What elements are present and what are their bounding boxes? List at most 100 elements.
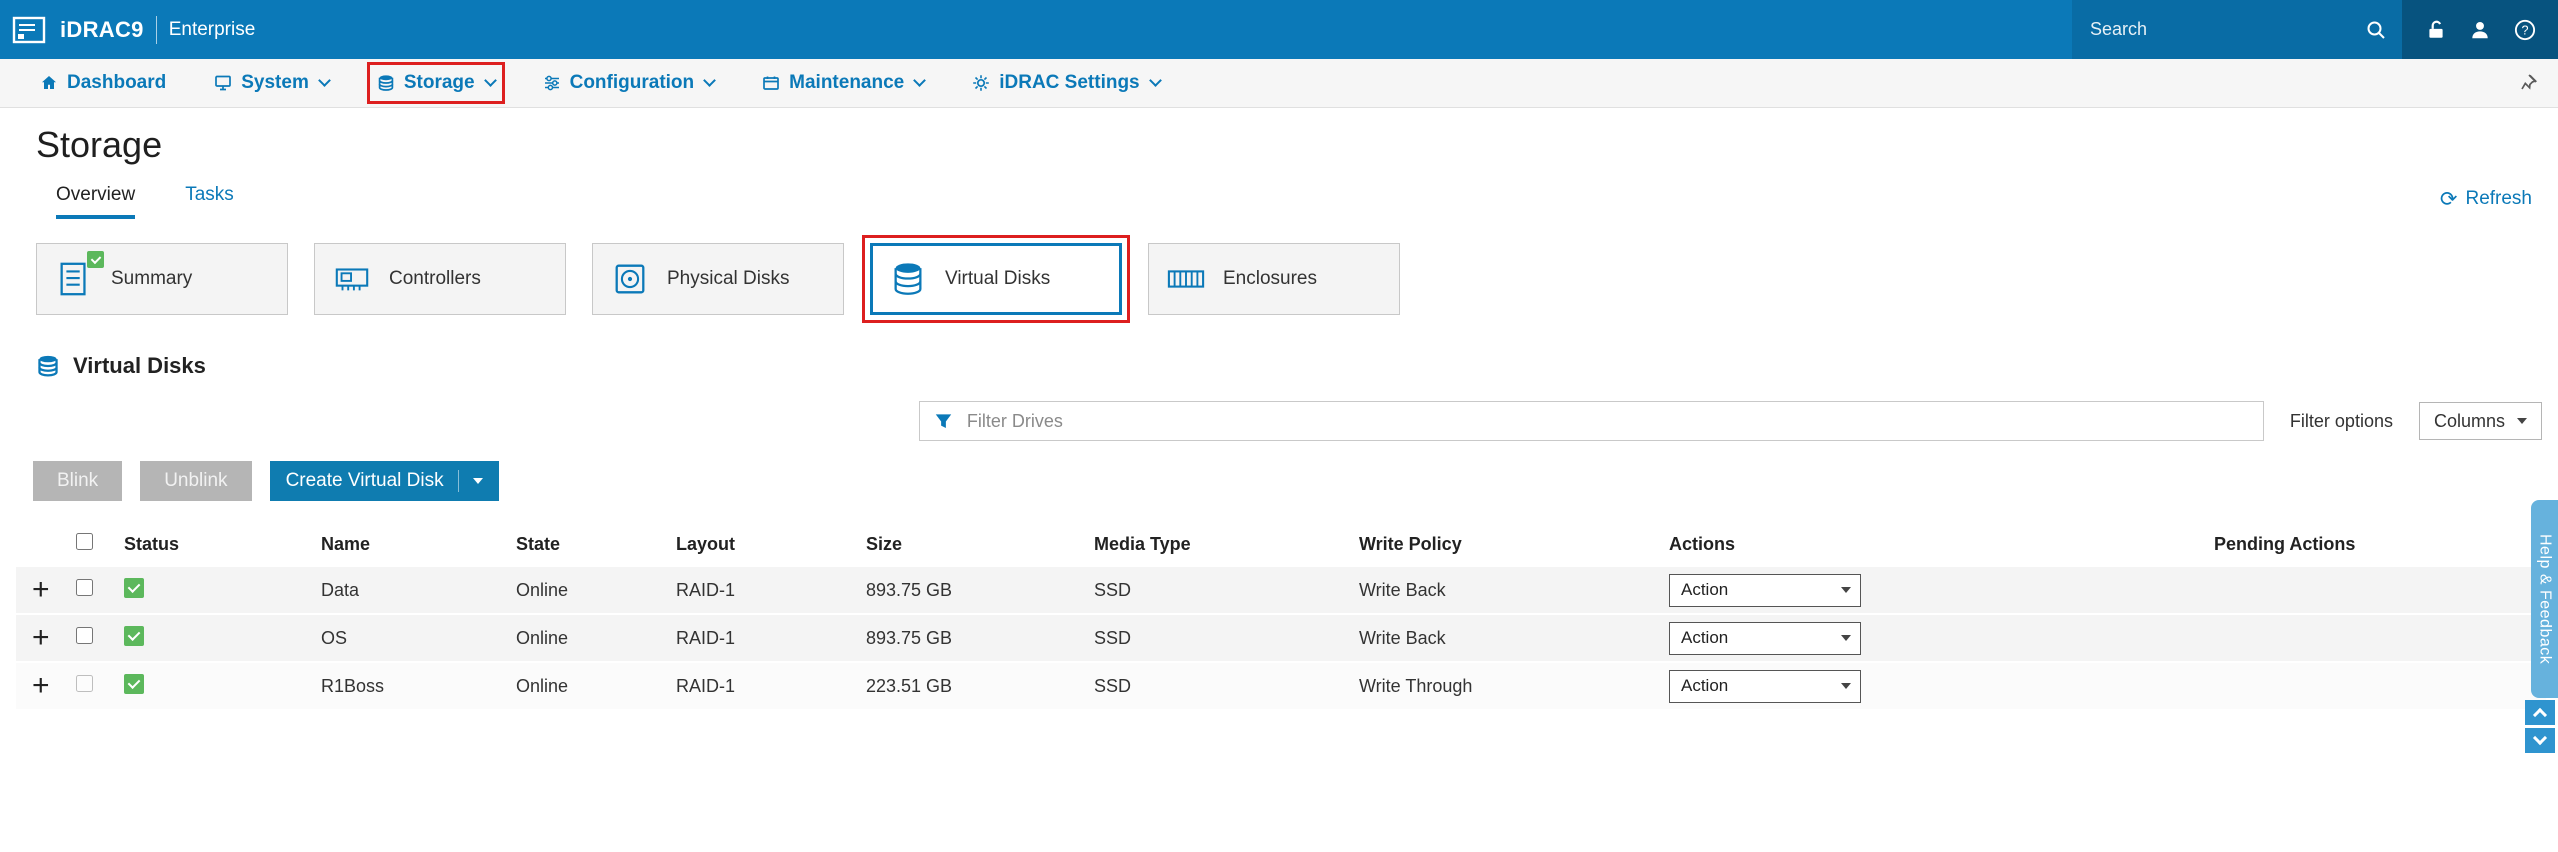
card-physical-disks[interactable]: Physical Disks bbox=[592, 243, 844, 315]
cell-size: 893.75 GB bbox=[856, 615, 1084, 661]
tab-tasks[interactable]: Tasks bbox=[185, 184, 234, 219]
cell-name: Data bbox=[311, 567, 506, 613]
cell-state: Online bbox=[506, 663, 666, 709]
nav-item-idrac-settings[interactable]: iDRAC Settings bbox=[972, 72, 1162, 94]
refresh-button[interactable]: ⟳ Refresh bbox=[2440, 188, 2532, 219]
create-virtual-disk-label: Create Virtual Disk bbox=[285, 470, 444, 491]
main-nav: Dashboard System Storage Configuration M… bbox=[0, 59, 2558, 108]
svg-text:?: ? bbox=[2521, 23, 2528, 37]
header-write-policy: Write Policy bbox=[1349, 523, 1659, 565]
virtual-disks-icon bbox=[36, 354, 60, 378]
caret-down-icon bbox=[1841, 683, 1851, 689]
brand: iDRAC9 Enterprise bbox=[0, 14, 255, 46]
status-ok-badge bbox=[87, 251, 104, 268]
nav-item-storage[interactable]: Storage bbox=[366, 62, 505, 104]
cell-media-type: SSD bbox=[1084, 567, 1349, 613]
pin-icon[interactable] bbox=[2518, 73, 2538, 93]
chevron-up-icon bbox=[2532, 707, 2548, 723]
nav-item-configuration[interactable]: Configuration bbox=[543, 72, 717, 94]
caret-down-icon bbox=[2517, 418, 2527, 424]
search-icon[interactable] bbox=[2366, 20, 2386, 40]
card-summary[interactable]: Summary bbox=[36, 243, 288, 315]
masthead-icon-panel: ? bbox=[2402, 0, 2558, 59]
help-icon[interactable]: ? bbox=[2514, 19, 2536, 41]
columns-button-label: Columns bbox=[2433, 410, 2505, 431]
tabs: Overview Tasks bbox=[56, 184, 234, 219]
select-all-checkbox[interactable] bbox=[76, 533, 93, 550]
action-dropdown[interactable]: Action bbox=[1669, 621, 1861, 655]
header-select bbox=[56, 523, 106, 565]
table-row: + R1Boss Online RAID-1 223.51 GB SSD Wri… bbox=[16, 663, 2546, 709]
cell-name: OS bbox=[311, 615, 506, 661]
caret-down-icon bbox=[472, 478, 483, 484]
product-name: iDRAC9 bbox=[60, 16, 144, 42]
nav-item-maintenance[interactable]: Maintenance bbox=[762, 72, 927, 94]
product-edition: Enterprise bbox=[168, 18, 256, 40]
brand-separator bbox=[155, 15, 157, 44]
help-feedback-tab[interactable]: Help & Feedback bbox=[2531, 500, 2558, 698]
tabs-row: Overview Tasks ⟳ Refresh bbox=[56, 184, 2532, 219]
table-row: + OS Online RAID-1 893.75 GB SSD Write B… bbox=[16, 615, 2546, 661]
section-title: Virtual Disks bbox=[36, 353, 2558, 379]
lock-icon[interactable] bbox=[2425, 19, 2447, 41]
gear-icon bbox=[972, 74, 990, 92]
nav-item-label: Configuration bbox=[569, 72, 695, 93]
virtual-disks-table: Status Name State Layout Size Media Type… bbox=[16, 521, 2546, 711]
help-feedback-label: Help & Feedback bbox=[2536, 533, 2554, 665]
card-label: Controllers bbox=[389, 268, 481, 289]
caret-down-icon bbox=[1841, 635, 1851, 641]
refresh-label: Refresh bbox=[2465, 188, 2532, 209]
header-expand bbox=[16, 523, 56, 565]
cell-media-type: SSD bbox=[1084, 615, 1349, 661]
scroll-buttons bbox=[2525, 700, 2555, 753]
tab-overview[interactable]: Overview bbox=[56, 184, 136, 219]
card-virtual-disks[interactable]: Virtual Disks bbox=[862, 235, 1130, 323]
cell-state: Online bbox=[506, 615, 666, 661]
filter-drives-box[interactable] bbox=[918, 401, 2264, 441]
cell-state: Online bbox=[506, 567, 666, 613]
user-icon[interactable] bbox=[2469, 19, 2491, 41]
nav-item-label: Maintenance bbox=[789, 72, 905, 93]
cell-layout: RAID-1 bbox=[666, 567, 856, 613]
card-enclosures[interactable]: Enclosures bbox=[1148, 243, 1400, 315]
blink-button[interactable]: Blink bbox=[33, 461, 123, 501]
table-header: Status Name State Layout Size Media Type… bbox=[16, 523, 2546, 565]
cell-layout: RAID-1 bbox=[666, 615, 856, 661]
row-checkbox[interactable] bbox=[76, 579, 93, 596]
row-checkbox[interactable] bbox=[76, 627, 93, 644]
chevron-down-icon bbox=[317, 74, 331, 87]
filter-drives-input[interactable] bbox=[964, 409, 2249, 433]
search-input[interactable] bbox=[2088, 18, 2356, 41]
expand-row-button[interactable]: + bbox=[26, 575, 50, 605]
toolbar: Blink Unblink Create Virtual Disk bbox=[33, 461, 2558, 501]
scroll-top-button[interactable] bbox=[2525, 700, 2555, 725]
header-size: Size bbox=[856, 523, 1084, 565]
expand-row-button[interactable]: + bbox=[26, 623, 50, 653]
masthead-right: ? bbox=[2072, 0, 2558, 59]
cell-write-policy: Write Through bbox=[1349, 663, 1659, 709]
storage-icon bbox=[377, 74, 395, 92]
status-ok-icon bbox=[124, 673, 144, 694]
status-ok-icon bbox=[124, 625, 144, 646]
unblink-button[interactable]: Unblink bbox=[140, 461, 252, 501]
nav-item-label: System bbox=[241, 72, 309, 93]
search-box[interactable] bbox=[2072, 0, 2402, 59]
maintenance-icon bbox=[762, 74, 780, 92]
nav-item-label: Dashboard bbox=[67, 72, 167, 93]
masthead: iDRAC9 Enterprise ? bbox=[0, 0, 2558, 59]
card-controllers[interactable]: Controllers bbox=[314, 243, 566, 315]
expand-row-button[interactable]: + bbox=[26, 671, 50, 701]
columns-button[interactable]: Columns bbox=[2418, 402, 2542, 440]
row-checkbox[interactable] bbox=[76, 675, 93, 692]
filter-options-link[interactable]: Filter options bbox=[2290, 411, 2393, 432]
nav-item-system[interactable]: System bbox=[214, 72, 331, 94]
filter-row: Filter options Columns bbox=[0, 401, 2542, 441]
button-divider bbox=[457, 470, 459, 492]
card-label: Summary bbox=[111, 268, 193, 289]
action-dropdown[interactable]: Action bbox=[1669, 669, 1861, 703]
scroll-bottom-button[interactable] bbox=[2525, 728, 2555, 753]
create-virtual-disk-button[interactable]: Create Virtual Disk bbox=[269, 461, 499, 501]
action-dropdown[interactable]: Action bbox=[1669, 573, 1861, 607]
nav-item-dashboard[interactable]: Dashboard bbox=[40, 72, 166, 94]
filter-icon bbox=[934, 412, 953, 431]
